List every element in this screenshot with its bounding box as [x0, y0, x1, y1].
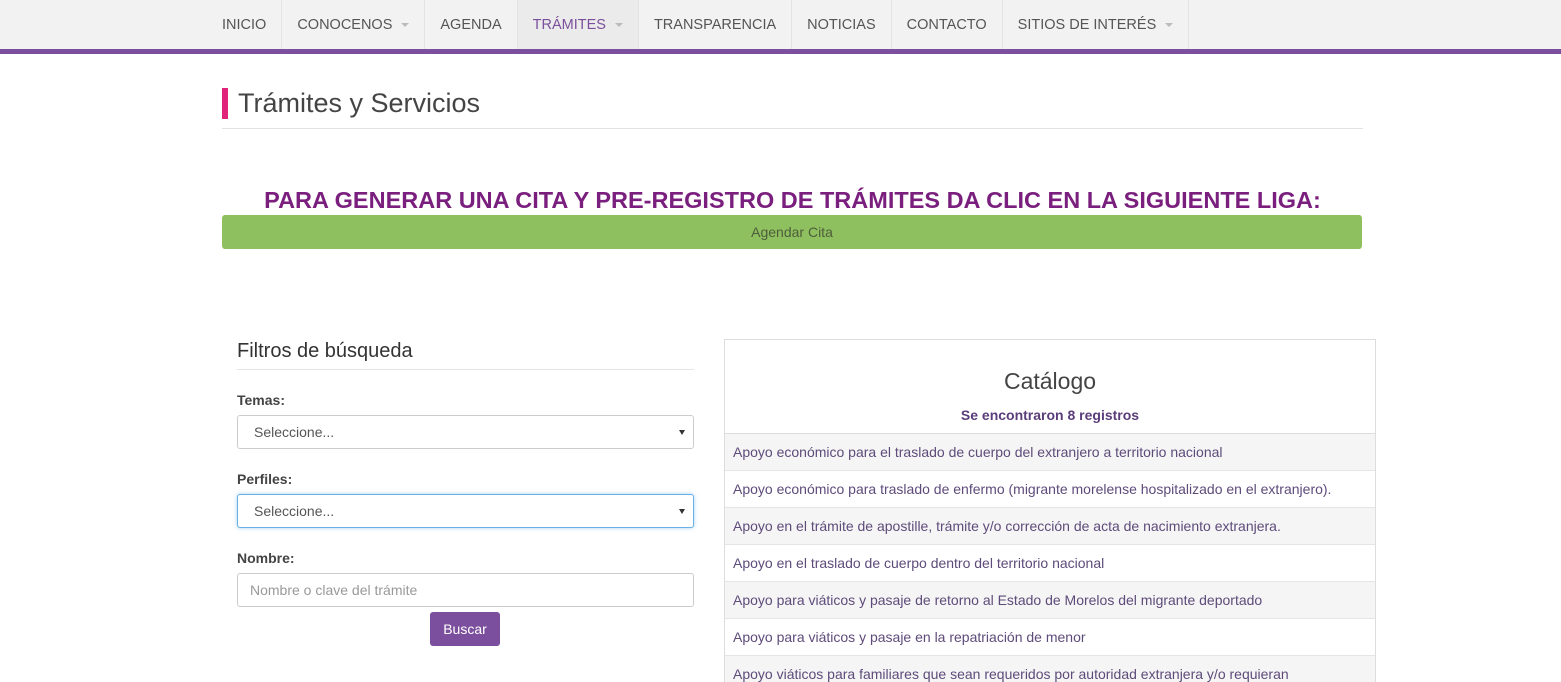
- top-navbar: INICIO CONOCENOS AGENDA TRÁMITES TRANSPA…: [0, 0, 1561, 54]
- temas-label: Temas:: [237, 392, 285, 408]
- nav-item-label: TRANSPARENCIA: [653, 16, 777, 33]
- nav-item-conocenos[interactable]: CONOCENOS: [282, 0, 426, 49]
- catalog-item[interactable]: Apoyo económico para el traslado de cuer…: [725, 434, 1375, 471]
- catalog-item[interactable]: Apoyo económico para traslado de enfermo…: [725, 471, 1375, 508]
- catalog-item[interactable]: Apoyo en el trámite de apostille, trámit…: [725, 508, 1375, 545]
- nav-item-tramites[interactable]: TRÁMITES: [517, 0, 639, 49]
- nombre-label: Nombre:: [237, 550, 295, 566]
- page-header: Trámites y Servicios: [222, 87, 1363, 129]
- title-accent-bar: [222, 88, 228, 119]
- filters-title: Filtros de búsqueda: [237, 340, 694, 370]
- nav-item-contacto[interactable]: CONTACTO: [892, 0, 1003, 49]
- nav-item-label: AGENDA: [440, 16, 502, 33]
- dropdown-arrow-icon: [679, 430, 685, 435]
- catalog-item[interactable]: Apoyo en el traslado de cuerpo dentro de…: [725, 545, 1375, 582]
- agendar-cita-button[interactable]: Agendar Cita: [222, 215, 1362, 249]
- nav-item-label: CONTACTO: [906, 16, 987, 33]
- caret-down-icon: [1165, 22, 1174, 27]
- page-title: Trámites y Servicios: [238, 88, 481, 118]
- nombre-input[interactable]: [237, 573, 694, 607]
- nav-item-sitios-de-interes[interactable]: SITIOS DE INTERÉS: [1003, 0, 1190, 49]
- caret-down-icon: [401, 22, 410, 27]
- nav-menu: INICIO CONOCENOS AGENDA TRÁMITES TRANSPA…: [207, 0, 1190, 49]
- nav-item-agenda[interactable]: AGENDA: [425, 0, 518, 49]
- perfiles-select[interactable]: Seleccione...: [237, 494, 694, 528]
- temas-select[interactable]: Seleccione...: [237, 415, 694, 449]
- catalog-title: Catálogo: [1003, 368, 1097, 394]
- caret-down-icon: [614, 22, 623, 27]
- buscar-button[interactable]: Buscar: [430, 612, 500, 646]
- catalog-item[interactable]: Apoyo para viáticos y pasaje en la repat…: [725, 619, 1375, 656]
- nav-item-inicio[interactable]: INICIO: [207, 0, 283, 49]
- catalog-item[interactable]: Apoyo viáticos para familiares que sean …: [725, 656, 1375, 682]
- nav-item-label: CONOCENOS: [297, 16, 393, 33]
- catalog-list: Apoyo económico para el traslado de cuer…: [725, 433, 1375, 682]
- nav-item-transparencia[interactable]: TRANSPARENCIA: [639, 0, 793, 49]
- catalog-panel: Catálogo Se encontraron 8 registros Apoy…: [724, 339, 1376, 682]
- nav-item-label: TRÁMITES: [532, 16, 606, 33]
- nav-item-label: SITIOS DE INTERÉS: [1017, 16, 1157, 33]
- nav-item-label: INICIO: [222, 16, 267, 33]
- cita-heading: PARA GENERAR UNA CITA Y PRE-REGISTRO DE …: [264, 187, 1321, 213]
- nav-item-noticias[interactable]: NOTICIAS: [792, 0, 892, 49]
- nav-item-label: NOTICIAS: [807, 16, 876, 33]
- catalog-item[interactable]: Apoyo para viáticos y pasaje de retorno …: [725, 582, 1375, 619]
- perfiles-label: Perfiles:: [237, 471, 293, 487]
- search-filters-panel: Filtros de búsqueda Temas: Seleccione...…: [237, 340, 694, 646]
- catalog-result-count: Se encontraron 8 registros: [960, 407, 1140, 423]
- temas-select-value: Seleccione...: [254, 424, 335, 440]
- dropdown-arrow-icon: [679, 509, 685, 514]
- perfiles-select-value: Seleccione...: [254, 503, 335, 519]
